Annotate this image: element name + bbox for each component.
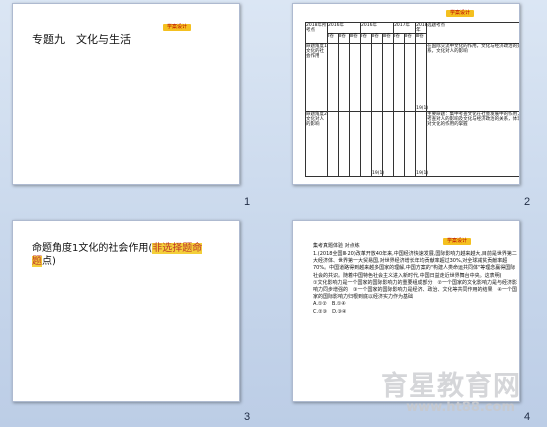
- row-label: 命题角度2文化对人的影响: [305, 111, 328, 177]
- mark-cell: [327, 111, 339, 177]
- mark-cell: [371, 43, 384, 112]
- slide-number: 1: [244, 196, 251, 208]
- mark-cell: [338, 111, 350, 177]
- subheader-cell: Ⅰ卷: [360, 33, 373, 44]
- subheader-cell: Ⅱ卷: [404, 33, 417, 44]
- row-label: 命题角度1文化的社会作用: [305, 43, 328, 112]
- mark-cell: 19(1): [415, 43, 428, 112]
- subheader-cell: Ⅲ卷: [348, 33, 362, 44]
- mark-cell: [404, 43, 417, 112]
- mark-cell: [360, 111, 373, 177]
- mark-cell: [393, 111, 406, 177]
- slide-tag: 学案设计: [163, 24, 192, 31]
- subheader-cell: Ⅱ卷: [338, 33, 350, 44]
- subheader-cell: Ⅲ卷: [415, 33, 428, 44]
- slide-number: 2: [524, 196, 531, 208]
- choice: A.①②: [313, 301, 327, 308]
- section-header: 集考真题体验 对点练: [313, 243, 360, 249]
- slide-thumbnail-2[interactable]: 学案设计 2018年所考点 2016年 2016年 2017年 2018年 选题…: [292, 3, 520, 185]
- mark-cell: [327, 43, 339, 112]
- note-cell: 在国际交流中文化的作用，文化与经济政治的关系，文化对人的影响: [426, 43, 519, 112]
- question-body: 1.(2018全国Ⅲ·20)改革开放40年来,中国经济快速发展,国际影响力越来越…: [313, 251, 518, 316]
- watermark-brand: 育星教育网: [381, 371, 521, 402]
- title-text: 命题角度1文化的社会作用(: [32, 243, 153, 254]
- choice: B.①④: [331, 301, 346, 308]
- header-cell: 2017年: [393, 22, 417, 34]
- mark-cell: [404, 111, 417, 177]
- mark-cell: [348, 111, 362, 177]
- choice: D.③④: [332, 308, 347, 315]
- mark-cell: [360, 43, 373, 112]
- mark-cell: [338, 43, 350, 112]
- mark-cell: 19(1): [415, 111, 428, 177]
- mark-cell: [382, 43, 395, 112]
- mark-cell: [382, 111, 395, 177]
- header-cell: 选题考点: [426, 22, 519, 44]
- exam-table: 2018年所考点 2016年 2016年 2017年 2018年 选题考点 Ⅰ卷…: [305, 22, 519, 177]
- slide-title: 专题九 文化与生活: [32, 33, 131, 46]
- header-cell: 2018年: [415, 22, 428, 34]
- question-text: 1.(2018全国Ⅲ·20)改革开放40年来,中国经济快速发展,国际影响力越来越…: [313, 251, 517, 279]
- slide-tag: 学案设计: [446, 10, 475, 17]
- note-cell: 主要命题：集中考查文化在社会发展中的作用，考查对人的影响及文化与经济政治的关系，…: [426, 111, 519, 177]
- subheader-cell: Ⅰ卷: [393, 33, 406, 44]
- slide-tag: 学案设计: [443, 238, 472, 245]
- header-cell: 2018年所考点: [305, 22, 328, 44]
- mark-cell: [393, 43, 406, 112]
- slide-title: 命题角度1文化的社会作用(非选择题命题点): [32, 242, 207, 268]
- question-options: ①文化影响力是一个国家的国际影响力的重要组成部分 ②一个国家的文化影响力是与经济…: [313, 279, 517, 301]
- slide-thumbnail-1[interactable]: 专题九 文化与生活 学案设计: [12, 3, 240, 185]
- mark-cell: 19(1): [371, 111, 384, 177]
- subheader-cell: Ⅰ卷: [327, 33, 339, 44]
- title-text: 点): [42, 256, 56, 267]
- choice: C.②③: [313, 308, 328, 315]
- header-cell: 2016年: [326, 22, 362, 34]
- watermark-url: www.ht88.com: [406, 400, 515, 415]
- header-cell: 2016年: [360, 22, 395, 34]
- mark-cell: [348, 43, 362, 112]
- slide-number: 4: [524, 411, 531, 423]
- slide-number: 3: [244, 411, 251, 423]
- subheader-cell: Ⅱ卷: [371, 33, 384, 44]
- subheader-cell: Ⅲ卷: [382, 33, 395, 44]
- slide-thumbnail-3[interactable]: 命题角度1文化的社会作用(非选择题命题点): [12, 220, 240, 402]
- answer-choices: A.①② B.①④ C.②③ D.③④: [313, 301, 518, 315]
